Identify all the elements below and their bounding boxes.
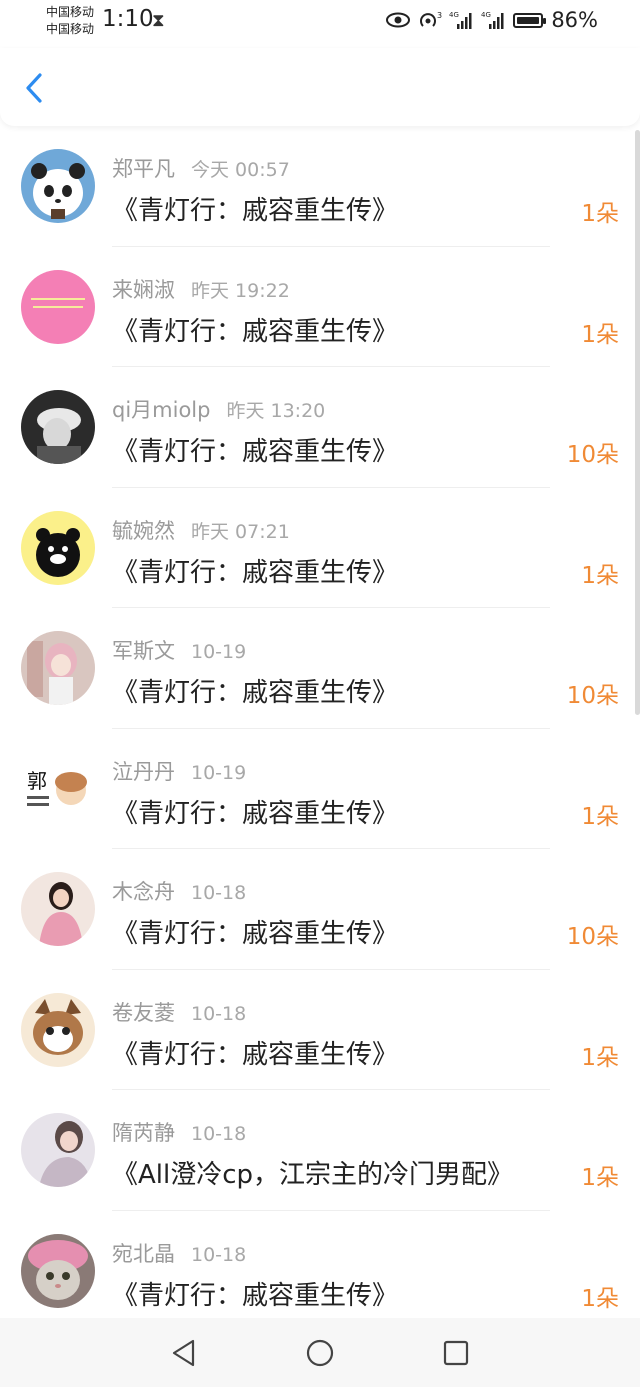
- flower-count: 1朵: [581, 1285, 619, 1312]
- eye-icon: [386, 12, 411, 28]
- book-title[interactable]: 《All澄冷cp，江宗主的冷门男配》: [112, 1154, 513, 1191]
- timestamp: 昨天 13:20: [226, 400, 326, 422]
- system-nav-bar: [0, 1318, 640, 1387]
- timestamp: 10-18: [191, 1002, 247, 1025]
- avatar[interactable]: [21, 269, 95, 344]
- sender-name: 卷友菱 10-18: [112, 997, 246, 1027]
- carrier-labels: 中国移动 中国移动: [46, 4, 94, 38]
- timestamp: 昨天 07:21: [191, 520, 290, 543]
- svg-text:3: 3: [437, 11, 442, 20]
- avatar[interactable]: 郭: [21, 751, 95, 826]
- book-title[interactable]: 《青灯行：戚容重生传》: [112, 913, 398, 950]
- sender-name-text: qi月miolp: [112, 398, 211, 422]
- list-item[interactable]: 木念舟 10-18 《青灯行：戚容重生传》 10朵: [0, 849, 640, 970]
- flower-count: 10朵: [566, 683, 619, 709]
- flower-count: 1朵: [581, 201, 619, 227]
- timestamp: 今天 00:57: [191, 159, 290, 181]
- sender-name-text: 泣丹丹: [112, 759, 175, 784]
- flower-count: 1朵: [581, 1165, 619, 1191]
- sender-name-text: 卷友菱: [112, 1000, 175, 1025]
- list-item[interactable]: 来娴淑 昨天 19:22 《青灯行：戚容重生传》 1朵: [0, 247, 640, 367]
- sender-name: qi月miolp 昨天 13:20: [112, 394, 325, 424]
- signal-icon: 4G: [449, 11, 472, 29]
- avatar[interactable]: [21, 631, 95, 705]
- avatar[interactable]: [21, 1233, 95, 1308]
- book-title[interactable]: 《青灯行：戚容重生传》: [112, 552, 398, 589]
- nav-home-button[interactable]: [302, 1335, 338, 1371]
- sender-name: 泣丹丹 10-19: [112, 756, 246, 786]
- svg-text:4G: 4G: [481, 11, 491, 19]
- list-item[interactable]: 郭 泣丹丹 10-19 《青灯行：戚容重生传》 1朵: [0, 729, 640, 849]
- book-title[interactable]: 《青灯行：戚容重生传》: [112, 431, 398, 468]
- flower-count: 10朵: [566, 924, 619, 950]
- sender-name-text: 军斯文: [112, 639, 175, 663]
- nav-back-button[interactable]: [166, 1335, 202, 1371]
- book-title[interactable]: 《青灯行：戚容重生传》: [112, 311, 398, 348]
- list-item[interactable]: 宛北晶 10-18 《青灯行：戚容重生传》 1朵: [0, 1211, 640, 1319]
- timestamp: 10-19: [191, 761, 247, 784]
- flower-count: 1朵: [581, 562, 619, 589]
- hourglass-icon: ⧗: [152, 10, 165, 31]
- nav-recent-button[interactable]: [438, 1335, 474, 1371]
- sender-name: 郑平凡 今天 00:57: [112, 153, 290, 183]
- chevron-left-icon: [26, 73, 42, 103]
- sender-name-text: 毓婉然: [112, 518, 175, 543]
- timestamp: 10-18: [191, 1243, 247, 1266]
- flower-count: 1朵: [581, 803, 619, 830]
- svg-text:4G: 4G: [449, 11, 459, 19]
- flower-count: 10朵: [566, 442, 619, 468]
- sender-name-text: 来娴淑: [112, 277, 175, 302]
- avatar[interactable]: [21, 390, 95, 464]
- book-title[interactable]: 《青灯行：戚容重生传》: [112, 190, 398, 227]
- sender-name: 宛北晶 10-18: [112, 1238, 246, 1268]
- list-item[interactable]: 卷友菱 10-18 《青灯行：戚容重生传》 1朵: [0, 970, 640, 1090]
- back-triangle-icon: [172, 1339, 195, 1366]
- sender-name: 木念舟 10-18: [112, 876, 246, 906]
- sender-name-text: 木念舟: [112, 880, 175, 904]
- list-item[interactable]: 郑平凡 今天 00:57 《青灯行：戚容重生传》 1朵: [0, 126, 640, 247]
- avatar[interactable]: [21, 992, 95, 1067]
- status-time: 1:10: [102, 6, 154, 32]
- hotspot-icon: 3: [420, 11, 442, 27]
- book-title[interactable]: 《青灯行：戚容重生传》: [112, 1275, 398, 1312]
- avatar[interactable]: [21, 872, 95, 946]
- timestamp: 10-18: [191, 882, 247, 904]
- avatar[interactable]: [21, 510, 95, 585]
- svg-text:郭: 郭: [27, 769, 47, 793]
- recent-square-icon: [443, 1340, 469, 1365]
- scrollbar[interactable]: [635, 130, 640, 715]
- book-title[interactable]: 《青灯行：戚容重生传》: [112, 1034, 398, 1071]
- signal-icon-2: 4G: [481, 11, 504, 29]
- sender-name-text: 隋芮静: [112, 1121, 175, 1145]
- avatar[interactable]: [21, 1113, 95, 1187]
- list-item[interactable]: qi月miolp 昨天 13:20 《青灯行：戚容重生传》 10朵: [0, 367, 640, 488]
- sender-name: 来娴淑 昨天 19:22: [112, 274, 290, 304]
- battery-percent: 86%: [551, 8, 598, 32]
- sender-name-text: 宛北晶: [112, 1241, 175, 1266]
- gift-record-list: 郑平凡 今天 00:57 《青灯行：戚容重生传》 1朵 来娴淑 昨天 19:22 《青灯行：…: [0, 126, 640, 1318]
- flower-count: 1朵: [581, 321, 619, 348]
- list-item[interactable]: 毓婉然 昨天 07:21 《青灯行：戚容重生传》 1朵: [0, 488, 640, 608]
- list-item[interactable]: 军斯文 10-19 《青灯行：戚容重生传》 10朵: [0, 608, 640, 729]
- back-button[interactable]: [18, 68, 52, 108]
- sender-name-text: 郑平凡: [112, 157, 175, 181]
- timestamp: 昨天 19:22: [191, 279, 290, 302]
- timestamp: 10-19: [191, 641, 247, 663]
- home-circle-icon: [306, 1339, 334, 1366]
- carrier-1: 中国移动: [46, 5, 95, 19]
- list-item[interactable]: 隋芮静 10-18 《All澄冷cp，江宗主的冷门男配》 1朵: [0, 1090, 640, 1211]
- status-icons: 3 4G 4G 86%: [385, 8, 598, 32]
- timestamp: 10-18: [191, 1123, 247, 1145]
- flower-count: 1朵: [581, 1044, 619, 1071]
- status-bar: 中国移动 中国移动 1:10 ⧗ 3 4G 4G 86%: [0, 0, 640, 48]
- sender-name: 隋芮静 10-18: [112, 1117, 246, 1147]
- top-bar: [0, 48, 640, 126]
- sender-name: 毓婉然 昨天 07:21: [112, 515, 290, 545]
- carrier-2: 中国移动: [46, 22, 95, 36]
- battery-icon: [513, 12, 547, 28]
- book-title[interactable]: 《青灯行：戚容重生传》: [112, 793, 398, 830]
- book-title[interactable]: 《青灯行：戚容重生传》: [112, 672, 398, 709]
- avatar[interactable]: [21, 149, 95, 223]
- sender-name: 军斯文 10-19: [112, 635, 246, 665]
